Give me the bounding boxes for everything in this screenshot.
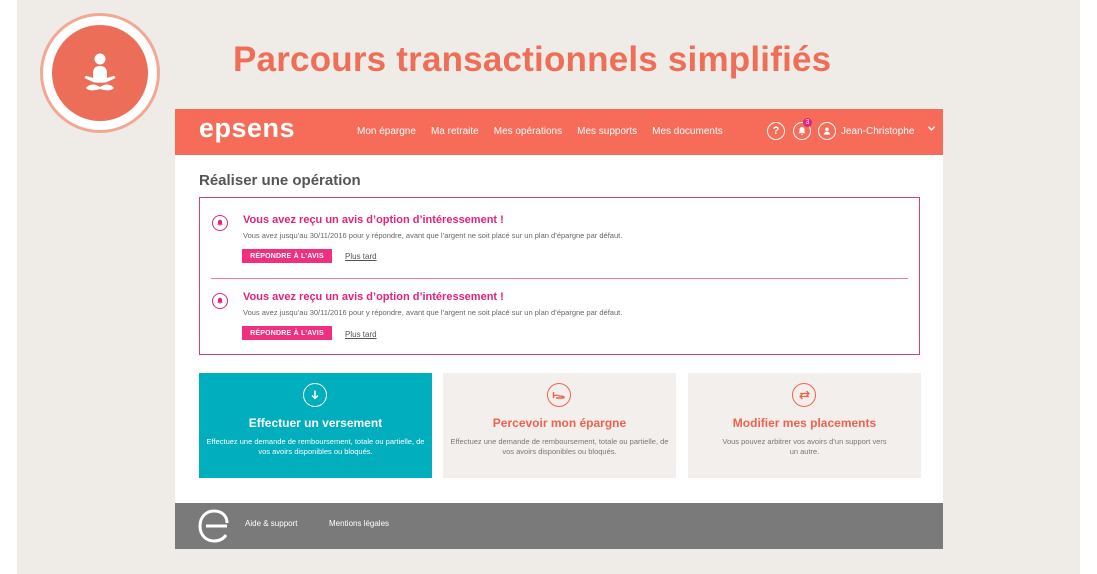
card-title: Effectuer un versement [248,416,383,430]
card-percevoir-epargne[interactable]: Percevoir mon épargne Effectuez une dema… [443,373,676,478]
alert-bell-icon [212,215,228,231]
hand-money-icon [547,383,571,407]
notice-title: Vous avez reçu un avis d’option d’intére… [243,214,504,226]
footer: Aide & support Mentions légales [175,503,943,549]
card-title: Percevoir mon épargne [492,416,627,430]
later-link[interactable]: Plus tard [345,252,377,261]
chevron-down-icon[interactable] [927,124,936,133]
meditation-logo [40,13,160,133]
notice-text: Vous avez jusqu’au 30/11/2016 pour y rép… [243,231,623,240]
card-text: Effectuez une demande de remboursement, … [206,437,425,456]
card-modifier-placements[interactable]: Modifier mes placements Vous pouvez arbi… [688,373,921,478]
nav-item-mes-operations[interactable]: Mes opérations [494,126,562,137]
meditation-person-icon [52,25,148,121]
notice-text: Vous avez jusqu’au 30/11/2016 pour y rép… [243,308,623,317]
later-link[interactable]: Plus tard [345,330,377,339]
download-arrow-icon [303,383,327,407]
swap-arrows-icon [792,383,816,407]
notices-panel: Vous avez reçu un avis d’option d’intére… [199,197,920,355]
card-text: Effectuez une demande de remboursement, … [450,437,669,456]
main-nav: Mon épargne Ma retraite Mes opérations M… [357,126,723,137]
divider [211,278,908,279]
reply-to-notice-button[interactable]: RÉPONDRE À L’AVIS [242,326,332,340]
card-effectuer-versement[interactable]: Effectuer un versement Effectuez une dem… [199,373,432,478]
reply-to-notice-button[interactable]: RÉPONDRE À L’AVIS [242,249,332,263]
footer-link-mentions-legales[interactable]: Mentions légales [329,519,389,528]
top-navigation-bar: epsens Mon épargne Ma retraite Mes opéra… [175,109,943,155]
card-text: Vous pouvez arbitrer vos avoirs d’un sup… [722,437,887,456]
nav-item-mes-documents[interactable]: Mes documents [652,126,723,137]
card-title: Modifier mes placements [732,416,877,430]
help-icon[interactable]: ? [767,122,785,140]
epsens-footer-logo[interactable] [197,509,231,543]
notice-title: Vous avez reçu un avis d’option d’intére… [243,291,504,303]
brand-logo[interactable]: epsens [199,113,295,144]
nav-item-mon-epargne[interactable]: Mon épargne [357,126,416,137]
footer-link-aide-support[interactable]: Aide & support [245,519,297,528]
notification-count-badge: 3 [803,118,812,127]
hero-title: Parcours transactionnels simplifiés [233,40,832,79]
user-name[interactable]: Jean-Christophe [841,126,914,137]
page-title: Réaliser une opération [199,172,361,189]
nav-item-ma-retraite[interactable]: Ma retraite [431,126,479,137]
nav-item-mes-supports[interactable]: Mes supports [577,126,637,137]
alert-bell-icon [212,293,228,309]
user-avatar-icon[interactable] [818,122,836,140]
app-screen: epsens Mon épargne Ma retraite Mes opéra… [175,109,943,549]
